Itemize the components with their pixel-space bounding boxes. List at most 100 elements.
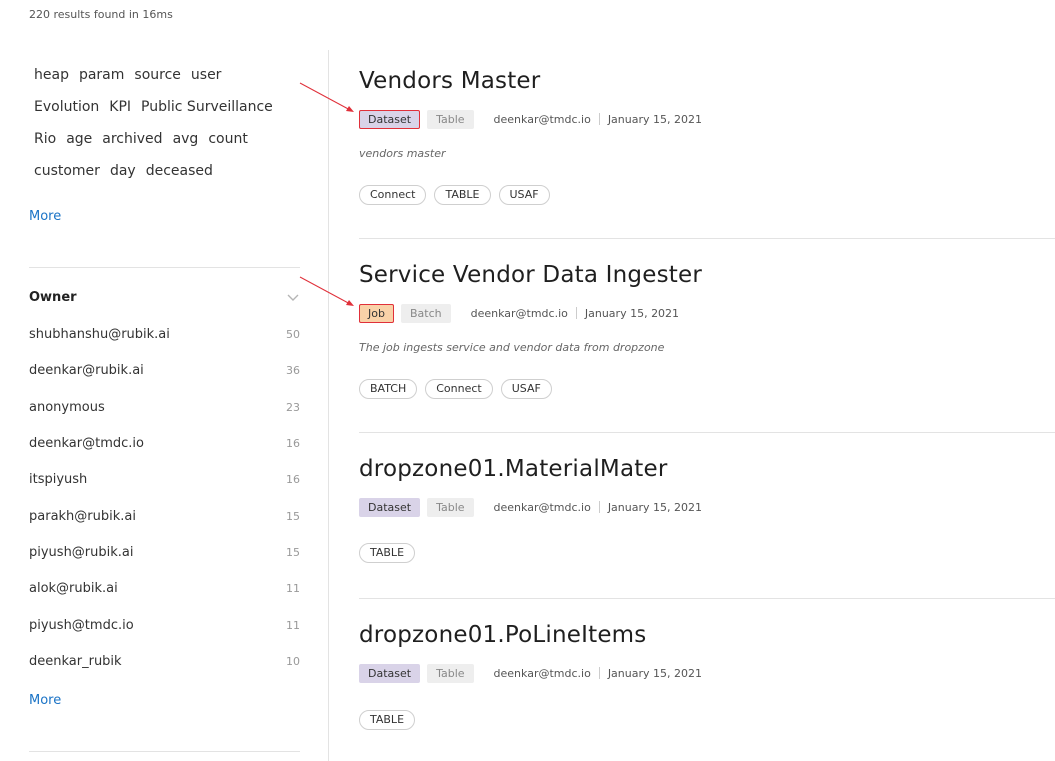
result-owner[interactable]: deenkar@tmdc.io [471, 307, 568, 320]
tag-filter-item[interactable]: count [207, 131, 249, 147]
owner-count: 10 [286, 654, 300, 668]
tag-filter-item[interactable]: Public Surveillance [140, 99, 274, 115]
owner-more-link[interactable]: More [29, 693, 61, 708]
tag-filter-item[interactable]: Rio [33, 131, 57, 147]
owner-filter-item[interactable]: alok@rubik.ai 11 [29, 577, 300, 599]
tag-row: customer day deceased [33, 163, 214, 179]
tag-filter-item[interactable]: archived [101, 131, 163, 147]
tag-filter-item[interactable]: user [190, 67, 223, 83]
owner-name: piyush@tmdc.io [29, 617, 134, 633]
tag-chip[interactable]: USAF [500, 379, 552, 399]
type-badge: Job [359, 303, 394, 323]
meta-separator [598, 501, 600, 513]
tag-chip[interactable]: Connect [425, 379, 493, 399]
owner-count: 15 [286, 545, 300, 559]
type-badge: Dataset [359, 497, 421, 517]
tag-filter-item[interactable]: customer [33, 163, 101, 179]
result-title[interactable]: dropzone01.PoLineItems [359, 622, 1055, 648]
owner-name: anonymous [29, 399, 105, 415]
owner-filter-item[interactable]: itspiyush 16 [29, 468, 300, 490]
result-description: The job ingests service and vendor data … [359, 341, 665, 354]
sidebar-divider [29, 267, 300, 268]
result-title[interactable]: Vendors Master [359, 68, 1055, 94]
result-meta: Job Batch deenkar@tmdc.io January 15, 20… [359, 303, 679, 323]
result-meta: Dataset Table deenkar@tmdc.io January 15… [359, 663, 702, 683]
tag-filter-item[interactable]: Evolution [33, 99, 100, 115]
result-description: vendors master [359, 147, 446, 160]
tag-filter-item[interactable]: source [133, 67, 182, 83]
owner-count: 15 [286, 509, 300, 523]
tag-row-clipped [33, 34, 37, 40]
type-badge: Dataset [359, 109, 421, 129]
tag-filter-item[interactable]: KPI [108, 99, 132, 115]
search-result: Service Vendor Data Ingester Job Batch d… [359, 262, 1055, 399]
result-tags: TABLE [359, 710, 416, 730]
owner-name: deenkar@tmdc.io [29, 435, 144, 451]
owner-count: 16 [286, 472, 300, 486]
result-divider [359, 598, 1055, 599]
owner-count: 11 [286, 618, 300, 632]
search-result: dropzone01.PoLineItems Dataset Table dee… [359, 622, 1055, 730]
owner-name: shubhanshu@rubik.ai [29, 326, 170, 342]
tag-chip[interactable]: TABLE [434, 185, 491, 205]
owner-filter-item[interactable]: deenkar@tmdc.io 16 [29, 432, 300, 454]
subtype-badge: Table [427, 109, 474, 129]
owner-name: alok@rubik.ai [29, 580, 118, 596]
subtype-badge: Table [427, 497, 474, 517]
tag-filter-item[interactable]: day [109, 163, 137, 179]
result-tags: Connect TABLE USAF [359, 185, 550, 205]
tag-row: heap param source user [33, 67, 222, 83]
tag-chip[interactable]: Connect [359, 185, 427, 205]
sidebar-vertical-divider [328, 50, 329, 761]
subtype-badge: Table [427, 663, 474, 683]
tag-chip[interactable]: BATCH [359, 379, 418, 399]
result-tags: TABLE [359, 543, 416, 563]
result-owner[interactable]: deenkar@tmdc.io [494, 667, 591, 680]
tag-chip[interactable]: TABLE [359, 710, 416, 730]
result-title[interactable]: dropzone01.MaterialMater [359, 456, 1055, 482]
owner-name: itspiyush [29, 471, 88, 487]
tag-filter-item[interactable]: param [78, 67, 125, 83]
search-result: dropzone01.MaterialMater Dataset Table d… [359, 456, 1055, 563]
sidebar-divider [29, 751, 300, 752]
owner-filter-item[interactable]: shubhanshu@rubik.ai 50 [29, 323, 300, 345]
result-divider [359, 432, 1055, 433]
tag-row: Evolution KPI Public Surveillance [33, 99, 274, 115]
chevron-down-icon[interactable] [286, 290, 300, 304]
type-badge: Dataset [359, 663, 421, 683]
tag-row: Rio age archived avg count [33, 131, 249, 147]
result-owner[interactable]: deenkar@tmdc.io [494, 501, 591, 514]
result-date: January 15, 2021 [607, 666, 702, 680]
result-divider [359, 238, 1055, 239]
result-tags: BATCH Connect USAF [359, 379, 552, 399]
tags-more-link[interactable]: More [29, 209, 61, 224]
result-title[interactable]: Service Vendor Data Ingester [359, 262, 1055, 288]
tag-chip[interactable]: TABLE [359, 543, 416, 563]
owner-name: parakh@rubik.ai [29, 508, 136, 524]
results-count: 220 results found in 16ms [29, 8, 173, 21]
result-meta: Dataset Table deenkar@tmdc.io January 15… [359, 109, 702, 129]
result-date: January 15, 2021 [584, 306, 680, 320]
tag-filter-item[interactable]: heap [33, 67, 70, 83]
result-date: January 15, 2021 [607, 112, 702, 126]
meta-separator [598, 667, 600, 679]
subtype-badge: Batch [400, 303, 451, 323]
tag-filter-item[interactable]: deceased [145, 163, 214, 179]
search-result: Vendors Master Dataset Table deenkar@tmd… [359, 68, 1055, 205]
owner-filter-item[interactable]: anonymous 23 [29, 396, 300, 418]
owner-count: 23 [286, 400, 300, 414]
owner-filter-item[interactable]: parakh@rubik.ai 15 [29, 505, 300, 527]
tag-chip[interactable]: USAF [498, 185, 550, 205]
owner-filter-item[interactable]: piyush@tmdc.io 11 [29, 614, 300, 636]
result-owner[interactable]: deenkar@tmdc.io [494, 113, 591, 126]
tag-filter-item[interactable]: age [65, 131, 93, 147]
owner-name: piyush@rubik.ai [29, 544, 134, 560]
owner-name: deenkar_rubik [29, 653, 122, 669]
owner-filter-item[interactable]: piyush@rubik.ai 15 [29, 541, 300, 563]
meta-separator [598, 113, 600, 125]
tag-filter-item[interactable]: avg [172, 131, 200, 147]
owner-count: 16 [286, 436, 300, 450]
owner-filter-item[interactable]: deenkar@rubik.ai 36 [29, 359, 300, 381]
owner-filter-item[interactable]: deenkar_rubik 10 [29, 650, 300, 672]
result-meta: Dataset Table deenkar@tmdc.io January 15… [359, 497, 702, 517]
